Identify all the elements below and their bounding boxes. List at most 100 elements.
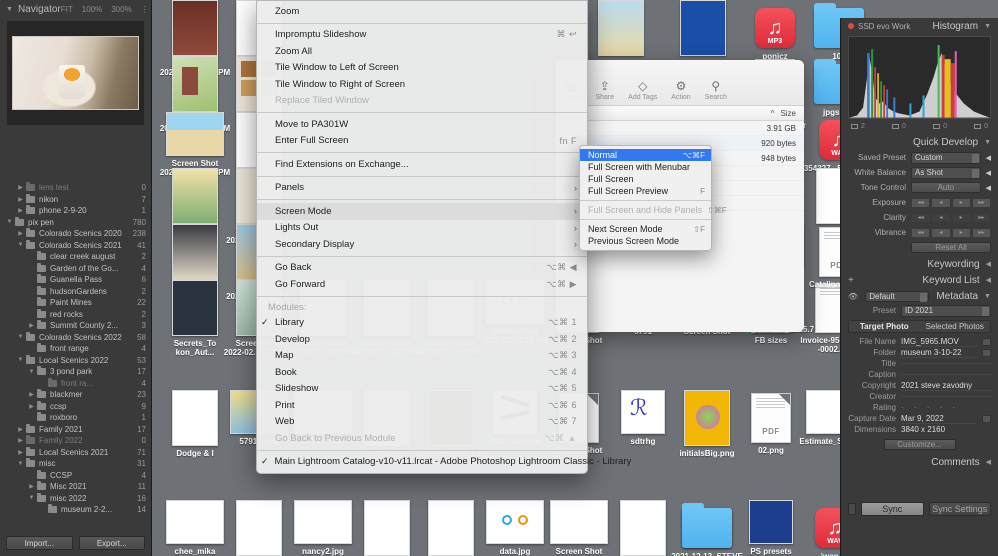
menu-item[interactable]: Print ⌥⌘ 6 xyxy=(257,397,587,414)
edit-date-icon[interactable] xyxy=(982,414,991,423)
menu-item[interactable]: Tile Window to Right of Screen xyxy=(257,76,587,93)
quick-develop-header[interactable]: Quick Develop ▼ xyxy=(841,134,998,150)
metadata-header[interactable]: 👁 Default Metadata ▼ xyxy=(841,288,998,304)
menu-item[interactable]: Secondary Display › xyxy=(257,236,587,253)
saved-preset-row[interactable]: Saved Preset Custom ◀ xyxy=(841,150,998,165)
folder-row[interactable]: ▶ Summit County 2... 3 xyxy=(0,320,151,332)
meta-dimensions[interactable]: Dimensions 3840 x 2160 xyxy=(841,424,998,435)
folder-row[interactable]: front ra... 4 xyxy=(0,377,151,390)
meta-caption[interactable]: Caption xyxy=(841,369,998,380)
keywording-header[interactable]: Keywording ◀ xyxy=(841,256,998,272)
meta-copyright[interactable]: Copyright 2021 steve zavodny xyxy=(841,380,998,391)
navigator-header[interactable]: ▼ Navigator FIT 100% 300% ⋮ xyxy=(0,0,151,18)
selected-photos-tab[interactable]: Selected Photos xyxy=(920,321,991,332)
stepper-icon[interactable] xyxy=(971,153,979,163)
saved-preset-select[interactable]: Custom xyxy=(911,151,981,164)
zoom-menu-icon[interactable]: ⋮ xyxy=(141,5,149,14)
menu-item[interactable]: Enter Full Screen fn F xyxy=(257,133,587,150)
folder-row[interactable]: hudsonGardens 2 xyxy=(0,285,151,298)
chevron-down-icon[interactable]: ▼ xyxy=(17,461,24,467)
folder-row[interactable]: ▼ 3 pond park 17 xyxy=(0,366,151,378)
folder-row[interactable]: front range 4 xyxy=(0,343,151,355)
export-button[interactable]: Export... xyxy=(78,536,145,550)
menu-item[interactable]: Tile Window to Left of Screen xyxy=(257,60,587,77)
chevron-right-icon[interactable]: ▶ xyxy=(17,207,24,214)
folder-row[interactable]: ▶ Local Scenics 2021 71 xyxy=(0,446,151,459)
zoom-fit-button[interactable]: FIT xyxy=(61,5,73,14)
import-button[interactable]: Import... xyxy=(6,536,73,550)
search-button[interactable]: ⚲ Search xyxy=(705,80,727,101)
chevron-right-icon[interactable]: ▶ xyxy=(17,230,24,237)
histogram-header[interactable]: SSD evo Work Histogram ▼ xyxy=(841,18,998,34)
folder-row[interactable]: ▼ Colorado Scenics 2021 41 xyxy=(0,239,151,252)
folder-row[interactable]: ▶ Family 2021 17 xyxy=(0,423,151,436)
desktop-icon-working-files[interactable] xyxy=(664,500,750,552)
window-menu[interactable]: Zoom Impromptu Slideshow ⌘ ↩ Zoom All Tile W… xyxy=(256,0,631,474)
white-balance-row[interactable]: White Balance As Shot ◀ xyxy=(841,165,998,180)
chevron-right-icon[interactable]: ▶ xyxy=(17,426,24,433)
submenu-item[interactable]: Full Screen Preview F xyxy=(580,185,711,197)
comments-header[interactable]: Comments ◀ xyxy=(841,454,998,470)
vibrance-row[interactable]: Vibrance ◂◂ ◂ ▸ ▸▸ xyxy=(841,225,998,240)
meta-file-name[interactable]: File Name IMG_5965.MOV xyxy=(841,336,998,347)
chevron-right-icon[interactable]: ▶ xyxy=(28,391,35,398)
folders-tree[interactable]: ▶ lens test 0 ▶ nikon 7 ▶ phone 2-9-20 1 ▼ pix pen… xyxy=(0,182,151,516)
collapse-arrow-icon[interactable]: ◀ xyxy=(986,276,991,284)
collapse-arrow-icon[interactable]: ◀ xyxy=(986,169,991,177)
value[interactable]: 2021 steve zavodny xyxy=(901,381,991,391)
menu-item[interactable]: Web ⌥⌘ 7 xyxy=(257,414,587,431)
folder-row[interactable]: Garden of the Go... 4 xyxy=(0,262,151,275)
chevron-right-icon[interactable]: ▶ xyxy=(17,196,24,203)
customize-button[interactable]: Customize... xyxy=(883,439,956,450)
folder-row[interactable]: ▶ Family 2022 0 xyxy=(0,435,151,447)
chevron-right-icon[interactable]: ▶ xyxy=(17,449,24,456)
target-photo-tab[interactable]: Target Photo xyxy=(849,321,920,332)
rating-stars[interactable]: · · · · · xyxy=(901,403,991,412)
folder-row[interactable]: red rocks 2 xyxy=(0,308,151,321)
file-actions-icon[interactable] xyxy=(982,337,991,346)
folder-row[interactable]: ▼ misc 31 xyxy=(0,458,151,470)
stepper-icon[interactable] xyxy=(982,306,989,316)
navigator-preview[interactable] xyxy=(7,21,144,125)
chevron-down-icon[interactable]: ▼ xyxy=(6,219,13,225)
collapse-arrow-icon[interactable]: ◀ xyxy=(986,154,991,162)
white-balance-select[interactable]: As Shot xyxy=(911,166,981,179)
folder-row[interactable]: Guanella Pass 6 xyxy=(0,274,151,286)
chevron-right-icon[interactable]: ▶ xyxy=(28,403,35,410)
auto-tone-button[interactable]: Auto xyxy=(911,182,981,193)
sync-settings-button[interactable]: Sync Settings xyxy=(928,502,991,516)
chevron-right-icon[interactable]: ▶ xyxy=(28,483,35,490)
folder-row[interactable]: Paint Mines 22 xyxy=(0,297,151,309)
screen-mode-submenu[interactable]: Normal ⌥⌘F Full Screen with Menubar Full Sc… xyxy=(579,145,727,251)
menu-item[interactable]: Find Extensions on Exchange... xyxy=(257,156,587,173)
chevron-down-icon[interactable]: ▼ xyxy=(28,495,35,501)
add-keyword-icon[interactable]: + xyxy=(848,275,854,286)
folder-row[interactable]: museum 2-2... 14 xyxy=(0,504,151,516)
menu-item[interactable]: Panels › xyxy=(257,180,587,197)
value[interactable] xyxy=(901,374,991,375)
collapse-arrow-icon[interactable]: ◀ xyxy=(986,184,991,192)
folder-row[interactable]: CCSP 4 xyxy=(0,469,151,482)
folder-row[interactable]: ▶ Colorado Scenics 2020 238 xyxy=(0,228,151,240)
folder-row[interactable]: ▼ misc 2022 16 xyxy=(0,492,151,505)
chevron-down-icon[interactable]: ▼ xyxy=(17,242,24,248)
menu-item[interactable]: Move to PA301W xyxy=(257,116,587,133)
submenu-item[interactable]: Normal ⌥⌘F xyxy=(580,149,711,161)
sync-handle[interactable] xyxy=(848,503,856,515)
folder-row[interactable]: ▶ phone 2-9-20 1 xyxy=(0,205,151,217)
folder-row[interactable]: ▶ blackmer 23 xyxy=(0,389,151,401)
submenu-item[interactable]: Previous Screen Mode xyxy=(580,235,711,247)
menu-item[interactable]: Develop ⌥⌘ 2 xyxy=(257,331,587,348)
menu-item[interactable]: Slideshow ⌥⌘ 5 xyxy=(257,381,587,398)
clarity-row[interactable]: Clarity ◂◂ ◂ ▸ ▸▸ xyxy=(841,210,998,225)
menu-item[interactable]: Go Back ⌥⌘ ◀ xyxy=(257,260,587,277)
submenu-item[interactable]: Full Screen with Menubar xyxy=(580,161,711,173)
folder-row[interactable]: ▼ Colorado Scenics 2022 58 xyxy=(0,331,151,344)
menu-item[interactable]: Go Forward ⌥⌘ ▶ xyxy=(257,276,587,293)
folder-row[interactable]: ▼ pix pen 780 xyxy=(0,216,151,229)
stepper-icon[interactable] xyxy=(971,168,979,178)
histogram-graph[interactable] xyxy=(848,36,991,119)
meta-rating[interactable]: Rating · · · · · xyxy=(841,402,998,413)
zoom-300-button[interactable]: 300% xyxy=(111,5,131,14)
folder-row[interactable]: ▶ ccsp 9 xyxy=(0,400,151,413)
